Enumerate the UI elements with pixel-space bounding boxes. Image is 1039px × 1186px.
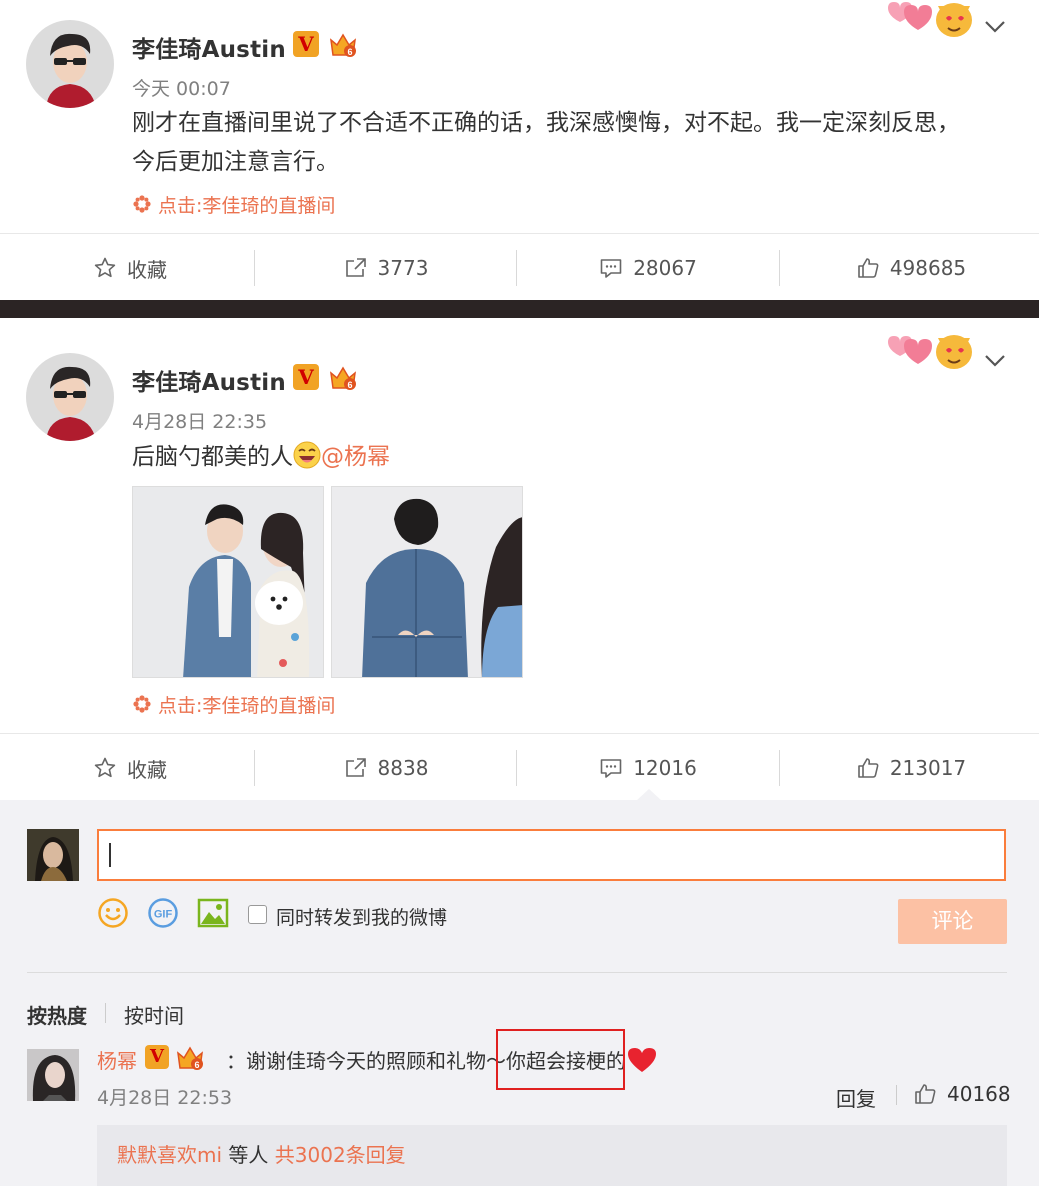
svg-text:6: 6 [347, 47, 352, 57]
reply-button[interactable]: 回复 [836, 1083, 876, 1112]
thumbs-up-icon [858, 258, 879, 278]
live-room-link[interactable]: 点击:李佳琦的直播间 [132, 691, 335, 718]
repost-button[interactable]: 3773 [256, 234, 516, 302]
hearts-cat-sticker-icon [888, 335, 972, 369]
star-icon [94, 757, 116, 778]
comment-button[interactable]: 28067 [518, 234, 778, 302]
author-name[interactable]: 李佳琦Austin [132, 30, 286, 64]
highlight-annotation-box [496, 1029, 625, 1090]
thumbs-up-icon [915, 1084, 936, 1104]
live-room-label: 点击:李佳琦的直播间 [158, 695, 336, 717]
sub-replies-summary[interactable]: 默默喜欢mi 等人 共3002条回复 [97, 1125, 1007, 1186]
laughing-emoji-icon [293, 441, 321, 469]
favorite-button[interactable]: 收藏 [0, 734, 260, 802]
repost-count: 8838 [377, 756, 429, 780]
gif-icon[interactable]: GIF [147, 897, 179, 929]
emoji-smiley-icon[interactable] [97, 897, 129, 929]
verified-badge-icon: V [293, 31, 319, 57]
section-divider [27, 972, 1007, 973]
author-avatar[interactable] [26, 353, 114, 441]
favorite-label: 收藏 [127, 757, 167, 782]
svg-text:6: 6 [347, 380, 352, 390]
author-name[interactable]: 李佳琦Austin [132, 363, 286, 397]
author-avatar[interactable] [26, 20, 114, 108]
like-count: 213017 [889, 756, 967, 780]
post-image-1[interactable] [132, 486, 324, 678]
repost-checkbox[interactable] [248, 905, 267, 924]
vip-crown-icon: 6 [177, 1046, 203, 1070]
post-text-body: 后脑勺都美的人 [132, 444, 293, 470]
post-actions-bar: 收藏 3773 28067 498685 [0, 233, 1039, 301]
comment-icon [600, 759, 622, 778]
repost-button[interactable]: 8838 [256, 734, 516, 802]
sort-by-hot-tab[interactable]: 按热度 [27, 1000, 87, 1029]
comment-like-button[interactable]: 40168 [913, 1082, 1011, 1106]
current-user-avatar[interactable] [27, 829, 79, 881]
red-heart-icon [628, 1048, 656, 1072]
sub-reply-count-link[interactable]: 共3002条回复 [275, 1143, 406, 1167]
live-flower-icon [133, 195, 151, 213]
image-upload-icon[interactable] [197, 898, 229, 928]
thumbs-up-icon [858, 758, 879, 778]
commenter-name[interactable]: 杨幂 [97, 1045, 137, 1074]
comment-count: 12016 [633, 756, 697, 780]
favorite-button[interactable]: 收藏 [0, 234, 260, 302]
post-text: 刚才在直播间里说了不合适不正确的话，我深感懊悔，对不起。我一定深刻反思，今后更加… [132, 110, 960, 175]
like-count: 498685 [889, 256, 967, 280]
gif-label: GIF [154, 909, 173, 921]
chevron-down-icon[interactable] [984, 20, 1006, 34]
commenter-avatar[interactable] [27, 1049, 79, 1101]
post-image-2[interactable] [331, 486, 523, 678]
live-room-label: 点击:李佳琦的直播间 [158, 195, 336, 217]
hearts-cat-sticker-icon [888, 2, 972, 37]
post-text: 后脑勺都美的人 @杨幂 [132, 438, 390, 477]
post-time[interactable]: 4月28日 22:35 [132, 407, 267, 434]
repost-count: 3773 [377, 256, 429, 280]
weibo-post-2: 李佳琦Austin V 6 4月28日 22:35 后脑勺都美的人 @杨幂 点击… [0, 318, 1039, 733]
vip-crown-icon: 6 [330, 366, 356, 390]
comment-icon [600, 259, 622, 278]
submit-comment-button[interactable]: 评论 [898, 899, 1007, 944]
like-button[interactable]: 213017 [781, 734, 1039, 802]
post-actions-bar: 收藏 8838 12016 213017 [0, 733, 1039, 801]
text-caret [109, 843, 111, 867]
comment-like-count: 40168 [947, 1082, 1011, 1106]
sort-by-time-tab[interactable]: 按时间 [124, 1000, 184, 1029]
comment-input[interactable] [97, 829, 1006, 881]
like-button[interactable]: 498685 [781, 234, 1039, 302]
chevron-down-icon[interactable] [984, 354, 1006, 368]
live-room-link[interactable]: 点击:李佳琦的直播间 [132, 191, 335, 218]
repost-checkbox-label: 同时转发到我的微博 [276, 907, 448, 929]
mention-link[interactable]: @杨幂 [321, 444, 390, 470]
post-time[interactable]: 今天 00:07 [132, 74, 231, 101]
verified-badge-icon: V [145, 1045, 169, 1069]
star-icon [94, 257, 116, 278]
sub-reply-user[interactable]: 默默喜欢mi [117, 1143, 222, 1167]
comment-pointer-arrow [636, 789, 662, 801]
comment-time: 4月28日 22:53 [97, 1087, 233, 1109]
favorite-label: 收藏 [127, 257, 167, 282]
comment-count: 28067 [633, 256, 697, 280]
post-divider [0, 300, 1039, 318]
verified-badge-icon: V [293, 364, 319, 390]
repost-icon [345, 258, 366, 277]
svg-text:6: 6 [194, 1060, 199, 1070]
vip-crown-icon: 6 [330, 33, 356, 57]
live-flower-icon [133, 695, 151, 713]
sub-reply-middle: 等人 [222, 1143, 275, 1167]
repost-icon [345, 758, 366, 777]
